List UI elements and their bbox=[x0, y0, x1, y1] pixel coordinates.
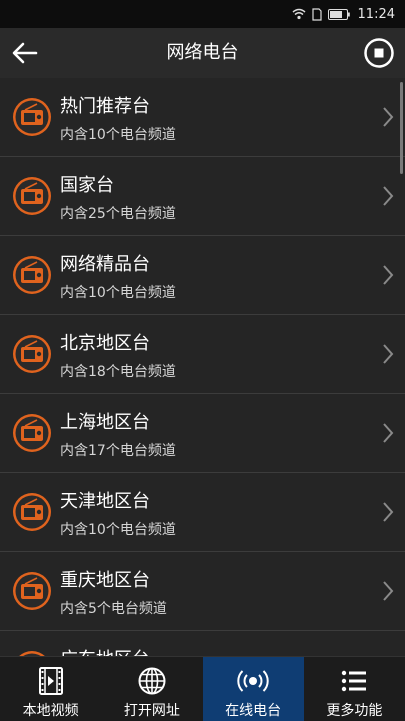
nav-label: 本地视频 bbox=[22, 703, 79, 719]
nav-online-radio[interactable]: 在线电台 bbox=[202, 657, 304, 721]
nav-label: 在线电台 bbox=[225, 703, 282, 719]
nav-label: 更多功能 bbox=[326, 703, 383, 719]
battery-icon bbox=[327, 8, 350, 20]
radio-icon bbox=[13, 414, 51, 452]
chevron-right-icon bbox=[383, 265, 394, 285]
chevron-right-icon bbox=[383, 186, 394, 206]
nav-more-features[interactable]: 更多功能 bbox=[304, 657, 405, 721]
station-desc: 内含5个电台频道 bbox=[60, 601, 167, 617]
list-icon bbox=[342, 670, 367, 692]
app-header: 网络电台 bbox=[0, 28, 405, 79]
bottom-nav: 本地视频 打开网址 在线电台 更多功能 bbox=[0, 656, 405, 721]
station-row-0[interactable]: 热门推荐台 内含10个电台频道 bbox=[0, 78, 405, 157]
station-row-6[interactable]: 重庆地区台 内含5个电台频道 bbox=[0, 552, 405, 631]
radio-icon bbox=[13, 335, 51, 373]
status-bar: 11:24 bbox=[0, 0, 405, 28]
radio-icon bbox=[19, 651, 45, 656]
nav-open-url[interactable]: 打开网址 bbox=[101, 657, 202, 721]
station-desc: 内含10个电台频道 bbox=[60, 127, 176, 143]
station-row-7[interactable]: 广东地区台 bbox=[0, 631, 405, 656]
station-name: 热门推荐台 bbox=[60, 96, 150, 117]
station-name: 重庆地区台 bbox=[60, 570, 150, 591]
chevron-right-icon bbox=[383, 344, 394, 364]
radio-icon bbox=[13, 177, 51, 215]
station-name: 北京地区台 bbox=[60, 333, 150, 354]
stop-button[interactable] bbox=[363, 37, 395, 69]
station-row-1[interactable]: 国家台 内含25个电台频道 bbox=[0, 157, 405, 236]
page-title: 网络电台 bbox=[166, 42, 239, 63]
sim-icon bbox=[311, 7, 322, 21]
broadcast-icon bbox=[237, 670, 269, 692]
chevron-right-icon bbox=[383, 423, 394, 443]
chevron-right-icon bbox=[383, 581, 394, 601]
station-name: 国家台 bbox=[60, 175, 114, 196]
station-row-4[interactable]: 上海地区台 内含17个电台频道 bbox=[0, 394, 405, 473]
station-name: 网络精品台 bbox=[60, 254, 150, 275]
radio-icon bbox=[13, 256, 51, 294]
station-name: 广东地区台 bbox=[60, 645, 150, 656]
radio-icon bbox=[13, 572, 51, 610]
station-name: 天津地区台 bbox=[60, 491, 150, 512]
station-desc: 内含10个电台频道 bbox=[60, 522, 176, 538]
station-desc: 内含25个电台频道 bbox=[60, 206, 176, 222]
station-desc: 内含18个电台频道 bbox=[60, 364, 176, 380]
station-desc: 内含17个电台频道 bbox=[60, 443, 176, 459]
status-time: 11:24 bbox=[357, 6, 395, 22]
station-list: 热门推荐台 内含10个电台频道 国家台 内含25个电台频道 网络精品台 内含10… bbox=[0, 78, 405, 656]
radio-icon bbox=[13, 493, 51, 531]
list-scrollbar[interactable] bbox=[400, 82, 403, 174]
radio-icon bbox=[13, 98, 51, 136]
station-row-2[interactable]: 网络精品台 内含10个电台频道 bbox=[0, 236, 405, 315]
nav-label: 打开网址 bbox=[123, 703, 180, 719]
station-name: 上海地区台 bbox=[60, 412, 150, 433]
station-desc: 内含10个电台频道 bbox=[60, 285, 176, 301]
nav-local-video[interactable]: 本地视频 bbox=[0, 657, 101, 721]
chevron-right-icon bbox=[383, 107, 394, 127]
wifi-icon bbox=[292, 8, 306, 20]
station-row-3[interactable]: 北京地区台 内含18个电台频道 bbox=[0, 315, 405, 394]
film-icon bbox=[38, 667, 63, 695]
status-icons bbox=[292, 7, 350, 21]
chevron-right-icon bbox=[383, 502, 394, 522]
globe-icon bbox=[138, 667, 166, 695]
station-row-5[interactable]: 天津地区台 内含10个电台频道 bbox=[0, 473, 405, 552]
